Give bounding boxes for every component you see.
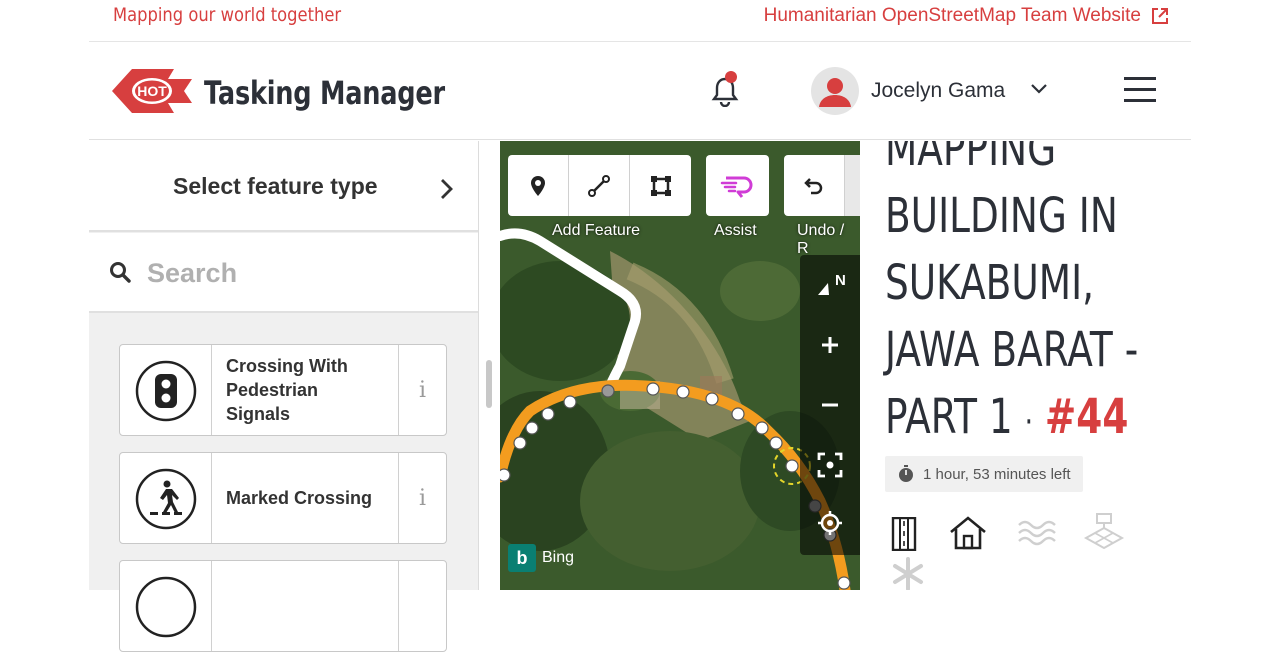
undo-icon	[804, 177, 823, 194]
project-title-line: SUKABUMI,	[885, 255, 1095, 311]
map-controls: N	[800, 255, 860, 555]
zoom-out-button[interactable]	[815, 390, 845, 420]
preset-label: Crossing With Pedestrian Signals	[226, 356, 348, 424]
imagery-attribution[interactable]: b Bing	[508, 544, 574, 572]
hot-website-link-label: Humanitarian OpenStreetMap Team Website	[763, 5, 1141, 26]
project-title-line: BUILDING IN	[885, 188, 1118, 244]
bing-logo-icon: b	[508, 544, 536, 572]
info-icon[interactable]: i	[398, 345, 446, 435]
pedestrian-signal-icon	[135, 360, 197, 422]
hot-website-link[interactable]: Humanitarian OpenStreetMap Team Website	[764, 5, 1169, 27]
project-id[interactable]: #44	[1045, 389, 1128, 445]
line-icon	[588, 174, 610, 197]
menu-icon[interactable]	[1123, 75, 1157, 105]
project-title-line: PART 1	[885, 389, 1013, 445]
preset-label: Marked Crossing	[226, 488, 373, 508]
other-icon	[893, 557, 923, 590]
top-bar: Mapping our world together Humanitarian …	[89, 0, 1191, 42]
project-title-line: MAPPING	[885, 141, 1057, 177]
minus-icon	[822, 403, 838, 407]
search-input[interactable]	[147, 251, 447, 295]
crosshair-icon	[818, 511, 842, 535]
time-left-text: 1 hour, 53 minutes left	[923, 465, 1071, 483]
add-line-button[interactable]	[569, 155, 630, 216]
area-icon	[650, 175, 671, 196]
plus-icon	[822, 337, 838, 353]
history-toolbar	[784, 155, 860, 216]
project-title: MAPPING BUILDING IN SUKABUMI, JAWA BARAT…	[885, 141, 1139, 456]
info-icon[interactable]: i	[398, 453, 446, 543]
project-title-line: JAWA BARAT -	[885, 322, 1139, 378]
title-separator: ·	[1024, 402, 1034, 442]
external-link-icon	[1152, 8, 1168, 24]
feature-type-panel: Select feature type Crossing With Pedest…	[89, 141, 479, 652]
hot-logo[interactable]: HOT	[112, 67, 194, 115]
add-area-button[interactable]	[630, 155, 691, 216]
rapid-assist-icon	[720, 176, 752, 198]
search-icon	[110, 262, 131, 283]
zoom-to-selection-button[interactable]	[815, 450, 845, 480]
tagline: Mapping our world together	[113, 4, 342, 26]
map-pin-icon	[531, 175, 545, 196]
add-feature-toolbar	[508, 155, 691, 216]
preset-label	[212, 561, 398, 651]
mapping-types	[885, 511, 1185, 590]
project-info-panel: MAPPING BUILDING IN SUKABUMI, JAWA BARAT…	[860, 141, 1191, 590]
map-canvas[interactable]: Add Feature Assist Undo / R N b Bing	[500, 141, 860, 590]
buildings-icon	[950, 516, 986, 550]
compass-icon: N	[818, 272, 845, 295]
stopwatch-icon	[899, 465, 913, 482]
brand-title[interactable]: Tasking Manager	[204, 74, 445, 112]
landuse-icon	[1083, 513, 1125, 549]
zoom-in-button[interactable]	[815, 330, 845, 360]
panel-resize-handle[interactable]	[486, 360, 492, 408]
attribution-label: Bing	[542, 549, 575, 566]
waterways-icon	[1018, 520, 1056, 546]
feature-type-title: Select feature type	[173, 173, 378, 199]
compass-label: N	[835, 272, 845, 289]
assist-toolbar	[706, 155, 769, 216]
time-left-badge: 1 hour, 53 minutes left	[885, 456, 1083, 492]
focus-icon	[817, 452, 843, 478]
compass-button[interactable]: N	[815, 269, 845, 299]
roads-icon	[891, 517, 917, 551]
main-navbar: HOT Tasking Manager Jocelyn Gama	[89, 43, 1191, 140]
geolocate-button[interactable]	[815, 508, 845, 538]
add-feature-label: Add Feature	[552, 222, 641, 239]
preset-crossing[interactable]	[119, 560, 447, 652]
user-name[interactable]: Jocelyn Gama	[871, 79, 1005, 103]
preset-marked-crossing[interactable]: Marked Crossing i	[119, 452, 447, 544]
user-icon	[819, 78, 851, 107]
undo-label: Undo / R	[797, 222, 845, 257]
redo-button[interactable]	[845, 155, 860, 216]
feature-search	[89, 233, 478, 313]
crossing-icon	[135, 576, 197, 638]
preset-crossing-pedestrian-signals[interactable]: Crossing With Pedestrian Signals i	[119, 344, 447, 436]
chevron-down-icon[interactable]	[1029, 79, 1049, 99]
notifications-button[interactable]	[709, 71, 741, 108]
chevron-right-icon[interactable]	[437, 177, 457, 201]
undo-button[interactable]	[784, 155, 845, 216]
feature-type-header: Select feature type	[89, 141, 478, 232]
assist-label: Assist	[714, 222, 757, 239]
notification-badge	[725, 71, 737, 83]
logo-text: HOT	[137, 83, 167, 99]
assist-button[interactable]	[706, 155, 767, 216]
avatar[interactable]	[811, 67, 859, 115]
marked-crossing-icon	[135, 468, 197, 530]
add-point-button[interactable]	[508, 155, 569, 216]
info-icon[interactable]	[398, 561, 446, 651]
